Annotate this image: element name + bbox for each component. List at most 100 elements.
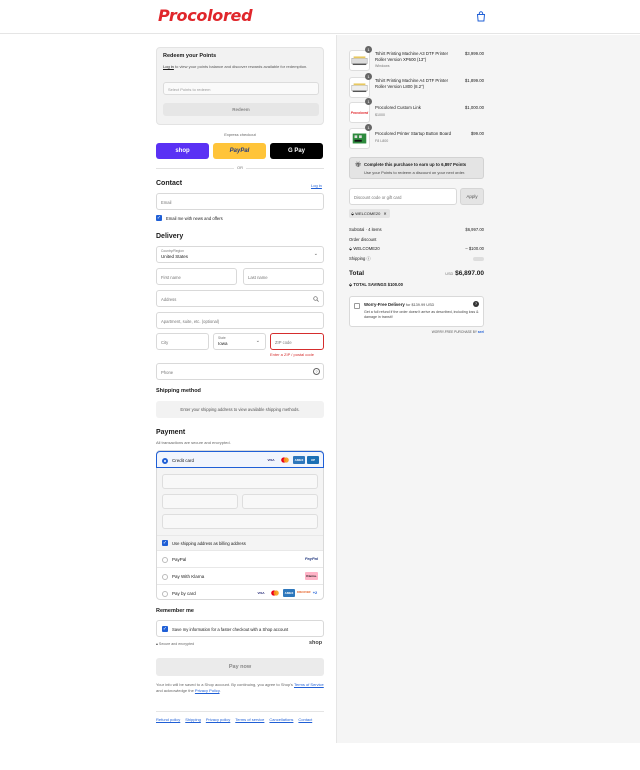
paypal-button[interactable]: PayPal: [213, 143, 266, 159]
subtotal-value: $6,997.00: [465, 227, 484, 232]
address-field[interactable]: Address: [156, 290, 324, 307]
worry-free-description: Get a full refund if the order doesn't a…: [364, 310, 479, 319]
paypal-icon: PayPal: [304, 556, 318, 561]
mastercard-icon: [279, 456, 291, 464]
shop-logo: shop: [309, 640, 323, 646]
security-code-field[interactable]: [242, 494, 318, 509]
item-variant: F8 L800: [375, 139, 389, 143]
currency-code: USD: [445, 272, 454, 276]
redeem-points-select[interactable]: Select Points to redeem: [163, 82, 319, 95]
remember-checkbox-label: Save my information for a faster checkou…: [172, 627, 289, 632]
terms-of-service-link[interactable]: Terms of Service: [294, 682, 324, 687]
item-price: $3,999.00: [464, 51, 484, 56]
terms-text: Your info will be saved to a Shop accoun…: [156, 682, 324, 693]
item-variant: Windows: [375, 64, 390, 68]
shipping-method-note: Enter your shipping address to view avai…: [156, 401, 324, 418]
footer-link-contact[interactable]: Contact: [298, 717, 312, 722]
contact-heading: Contact: [156, 180, 183, 187]
paypal-radio[interactable]: [162, 556, 168, 563]
discount-tag: ⬙ WELCOME20 ✕: [349, 209, 390, 218]
klarna-label: Pay With Klarna: [172, 574, 205, 579]
header: Procolored: [0, 0, 640, 34]
footer-link-terms-of-service[interactable]: Terms of service: [235, 717, 264, 722]
pay-by-card-radio[interactable]: [162, 590, 168, 597]
last-name-field[interactable]: Last name: [243, 268, 324, 285]
country-label: Country/Region: [161, 249, 184, 253]
payment-option-credit-card[interactable]: Credit card VISA AMEX UP: [156, 451, 324, 468]
worry-free-delivery-option[interactable]: Worry-Free Delivery for $139.99 USD ? Ge…: [349, 296, 484, 327]
news-checkbox[interactable]: ✓: [156, 215, 162, 221]
more-cards-count: +2: [312, 590, 318, 595]
shop-pay-button[interactable]: shop: [156, 143, 209, 159]
google-pay-button[interactable]: G Pay: [270, 143, 323, 159]
card-brand-icons: VISA AMEX DISCOVER +2: [255, 589, 319, 597]
country-value: United States: [161, 254, 189, 259]
footer-link-shipping[interactable]: Shipping: [185, 717, 201, 722]
apartment-field[interactable]: Apartment, suite, etc. (optional): [156, 312, 324, 329]
card-brand-icons: VISA AMEX UP: [265, 456, 319, 464]
email-field[interactable]: Email: [156, 193, 324, 210]
visa-icon: VISA: [257, 591, 265, 595]
billing-checkbox[interactable]: ✓: [162, 540, 168, 546]
name-on-card-field[interactable]: [162, 514, 318, 529]
unionpay-icon: UP: [307, 456, 319, 464]
redeem-button[interactable]: Redeem: [163, 103, 319, 116]
phone-field[interactable]: Phone ?: [156, 363, 324, 380]
item-name: Tshirt Printing Machine A3 DTF Printer R…: [375, 51, 449, 62]
shipping-placeholder: [473, 257, 484, 261]
product-thumbnail-printer: [349, 77, 370, 98]
cart-item: Procolored 1 Procolored Custom Link $100…: [349, 98, 484, 126]
apply-discount-button[interactable]: Apply: [460, 188, 484, 205]
worry-free-checkbox[interactable]: [354, 303, 360, 309]
chevron-down-icon: ⌄: [313, 251, 318, 257]
item-name: Procolored Custom Link: [375, 105, 421, 110]
pay-now-button[interactable]: Pay now: [156, 658, 324, 676]
points-subtitle: Use your Points to redeem a discount on …: [364, 170, 466, 175]
remove-discount-icon[interactable]: ✕: [383, 211, 386, 216]
remember-checkbox[interactable]: ✓: [162, 626, 168, 632]
zip-field[interactable]: ZIP code: [270, 333, 324, 350]
shipping-row: Shipping ⓘ: [349, 256, 484, 262]
procolored-logo[interactable]: Procolored: [158, 6, 253, 25]
product-thumbnail-custom-link: Procolored: [349, 102, 370, 123]
state-select[interactable]: State Iowa ⌄: [213, 333, 266, 350]
item-price: $1,000.00: [464, 105, 484, 110]
redeem-title: Redeem your Points: [163, 53, 217, 59]
payment-heading: Payment: [156, 429, 186, 436]
country-select[interactable]: Country/Region United States ⌄: [156, 246, 324, 263]
contact-login-link[interactable]: Log in: [311, 183, 322, 188]
redeem-description: Log in to view your points balance and d…: [163, 64, 308, 69]
expiration-date-field[interactable]: [162, 494, 238, 509]
footer-links: Refund policy Shipping Privacy policy Te…: [156, 711, 324, 722]
payment-option-pay-by-card[interactable]: Pay by card VISA AMEX DISCOVER +2: [157, 585, 323, 602]
shopping-bag-icon[interactable]: [476, 11, 486, 22]
privacy-policy-link[interactable]: Privacy Policy: [195, 688, 220, 693]
phone-placeholder: Phone: [161, 370, 174, 375]
help-icon[interactable]: ?: [313, 368, 320, 375]
payment-option-paypal[interactable]: PayPal PayPal: [157, 551, 323, 568]
paypal-label: PayPal: [172, 557, 187, 562]
discount-code-input[interactable]: Discount code or gift card: [349, 188, 457, 205]
help-icon[interactable]: ⓘ: [365, 256, 370, 261]
quantity-badge: 1: [365, 124, 372, 131]
help-icon[interactable]: ?: [473, 301, 479, 307]
payment-option-klarna[interactable]: Pay With Klarna Klarna.: [157, 568, 323, 585]
footer-link-privacy-policy[interactable]: Privacy policy: [206, 717, 230, 722]
redeem-login-link[interactable]: Log in: [163, 64, 174, 69]
footer-link-refund-policy[interactable]: Refund policy: [156, 717, 180, 722]
remember-me-heading: Remember me: [156, 608, 194, 614]
points-earn-banner: 🎁︎ Complete this purchase to earn up to …: [349, 157, 484, 179]
credit-card-radio[interactable]: [162, 457, 168, 464]
address-placeholder: Address: [161, 297, 177, 302]
amex-icon: AMEX: [293, 456, 305, 464]
billing-address-row: ✓ Use shipping address as billing addres…: [157, 536, 323, 551]
cart-item: 1 Tshirt Printing Machine A3 DTF Printer…: [349, 46, 484, 74]
klarna-radio[interactable]: [162, 573, 168, 580]
shipping-method-heading: Shipping method: [156, 388, 201, 394]
card-number-field[interactable]: [162, 474, 318, 489]
city-field[interactable]: City: [156, 333, 209, 350]
footer-link-cancellations[interactable]: Cancellations: [269, 717, 293, 722]
delivery-heading: Delivery: [156, 233, 184, 240]
order-discount-label: Order discount: [349, 237, 377, 242]
first-name-field[interactable]: First name: [156, 268, 237, 285]
